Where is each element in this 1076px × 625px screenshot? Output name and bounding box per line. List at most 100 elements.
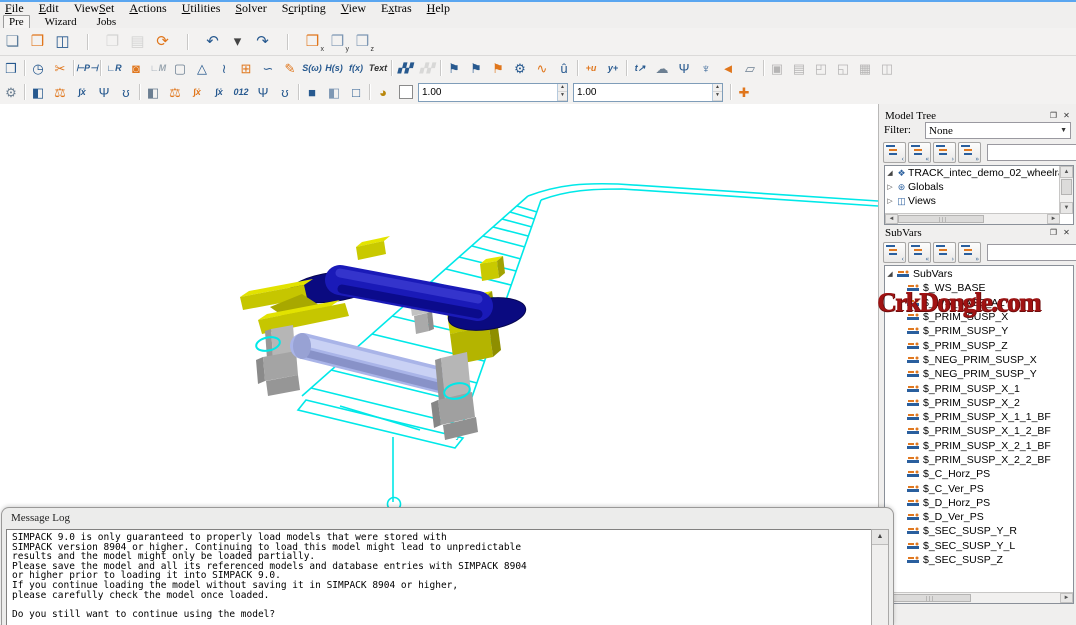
subvar-item[interactable]: $_PRIM_SUSP_X_1 bbox=[885, 381, 1073, 395]
disabled-tool-4-icon[interactable]: ◱ bbox=[832, 58, 854, 78]
message-log-content[interactable]: SIMPACK 9.0 is only guaranteed to proper… bbox=[6, 529, 873, 625]
expander-icon[interactable]: ◢ bbox=[885, 270, 895, 278]
toolbar-icon[interactable] bbox=[75, 31, 100, 53]
close-panel-icon[interactable]: ✕ bbox=[1060, 110, 1073, 121]
solid-cube-icon[interactable]: ■ bbox=[301, 82, 323, 102]
y-output-icon[interactable]: y+ bbox=[602, 58, 624, 78]
tree-expand-all-button[interactable]: » bbox=[958, 142, 981, 163]
subvar-item[interactable]: $_SEC_SUSP_Y_L bbox=[885, 539, 1073, 553]
subvar-item[interactable]: $_D_Ver_PS bbox=[885, 510, 1073, 524]
open-folder-icon[interactable]: ▱ bbox=[739, 58, 761, 78]
tree-collapse-all-button[interactable]: « bbox=[908, 242, 931, 263]
toolbar-icon[interactable] bbox=[275, 31, 300, 53]
transfer-h-s-icon[interactable]: H(s) bbox=[323, 58, 345, 78]
message-log-vscrollbar[interactable]: ▲ bbox=[871, 529, 889, 625]
disabled-tool-3-icon[interactable]: ◰ bbox=[810, 58, 832, 78]
gear-pair-icon[interactable]: ⚙ bbox=[509, 58, 531, 78]
expander-icon[interactable]: ▷ bbox=[885, 197, 895, 205]
redo-icon[interactable]: ↷ bbox=[250, 31, 275, 53]
u-input-icon[interactable]: +u bbox=[580, 58, 602, 78]
nominal-mass-2-icon[interactable]: ◧ bbox=[142, 82, 164, 102]
body-icon[interactable]: ◙ bbox=[125, 58, 147, 78]
sensor-pair-icon[interactable]: ⚑ bbox=[465, 58, 487, 78]
subvars-hscrollbar[interactable]: ► bbox=[885, 592, 1073, 603]
counter-012-icon[interactable]: 012 bbox=[230, 82, 252, 102]
subvar-item[interactable]: $_NEG_PRIM_SUSP_X bbox=[885, 353, 1073, 367]
tree-row[interactable]: ◢ ❖ TRACK_intec_demo_02_wheelrail_ bbox=[885, 166, 1060, 180]
nominal-distance-p-icon[interactable]: ⊢P⊣ bbox=[76, 58, 98, 78]
menu-item[interactable]: Utilities bbox=[182, 1, 221, 16]
disabled-tool-1-icon[interactable]: ▣ bbox=[766, 58, 788, 78]
float-panel-icon[interactable]: ❐ bbox=[1047, 227, 1060, 238]
rail-track-gray-icon[interactable]: ▞▞ bbox=[416, 58, 438, 78]
balance-icon[interactable]: ⚖ bbox=[49, 82, 71, 102]
disabled-tool-2-icon[interactable]: ▤ bbox=[788, 58, 810, 78]
subvars-root-row[interactable]: ◢ SubVars bbox=[885, 267, 1073, 281]
menu-item[interactable]: Actions bbox=[129, 1, 166, 16]
subvar-item[interactable]: $_SEC_SUSP_Y_R bbox=[885, 524, 1073, 538]
message-log-window[interactable]: Message Log SIMPACK 9.0 is only guarante… bbox=[1, 507, 894, 625]
model-tree-hscrollbar[interactable]: ◄ ► bbox=[885, 213, 1060, 224]
center-of-mass-icon[interactable]: ◕ bbox=[372, 82, 394, 102]
scroll-thumb[interactable] bbox=[898, 215, 984, 223]
spectrum-s-omega-icon[interactable]: S(ω) bbox=[301, 58, 323, 78]
reload-databases-icon[interactable]: ⟳ bbox=[150, 31, 175, 53]
expander-icon[interactable]: ▷ bbox=[885, 183, 895, 191]
tree-collapse-button[interactable]: ‹ bbox=[883, 242, 906, 263]
menu-item[interactable]: Extras bbox=[381, 1, 412, 16]
new-model-icon[interactable]: ❏ bbox=[0, 31, 25, 53]
state-vector-icon[interactable]: t↗ bbox=[629, 58, 651, 78]
view-along-x-icon[interactable]: ❒ x bbox=[300, 31, 325, 53]
menu-item[interactable]: Edit bbox=[39, 1, 59, 16]
stethoscope-2-icon[interactable]: ʊ bbox=[274, 82, 296, 102]
wire-cube-icon[interactable]: □ bbox=[345, 82, 367, 102]
rail-track-icon[interactable]: ▞▞ bbox=[394, 58, 416, 78]
model-tree-vscrollbar[interactable]: ▲ ▼ bbox=[1059, 166, 1073, 214]
subvar-item[interactable]: $_PRIM_SUSP_X_2_2_BF bbox=[885, 453, 1073, 467]
menu-item[interactable]: File bbox=[5, 1, 24, 16]
spin-buttons[interactable]: ▲▼ bbox=[712, 84, 722, 101]
scroll-left-icon[interactable]: ◄ bbox=[885, 214, 898, 224]
scroll-down-icon[interactable]: ▼ bbox=[1060, 202, 1073, 214]
reference-frame-icon[interactable]: ∟R bbox=[103, 58, 125, 78]
mode-tab[interactable]: Pre bbox=[3, 15, 30, 29]
force-element-icon[interactable]: ≀ bbox=[213, 58, 235, 78]
save-model-icon[interactable]: ◫ bbox=[50, 31, 75, 53]
menu-item[interactable]: ViewSet bbox=[74, 1, 115, 16]
model-tree-search-input[interactable] bbox=[987, 144, 1076, 161]
scale-y-spinbox[interactable]: ▲▼ bbox=[573, 83, 723, 102]
menu-item[interactable]: Help bbox=[427, 1, 450, 16]
scale-y-input[interactable] bbox=[574, 84, 712, 101]
stethoscope-icon[interactable]: ʊ bbox=[115, 82, 137, 102]
tree-collapse-button[interactable]: ‹ bbox=[883, 142, 906, 163]
float-panel-icon[interactable]: ❐ bbox=[1047, 110, 1060, 121]
subvar-item[interactable]: $_PRIM_SUSP_X_2 bbox=[885, 396, 1073, 410]
sensor-move-icon[interactable]: ⚑ bbox=[487, 58, 509, 78]
model-setup-tools-icon[interactable]: ✂ bbox=[49, 58, 71, 78]
scroll-thumb[interactable] bbox=[885, 594, 971, 602]
subvar-item[interactable]: $_PRIM_SUSP_Y bbox=[885, 324, 1073, 338]
subvar-item[interactable]: $_PRIM_SUSP_X_2_1_BF bbox=[885, 439, 1073, 453]
result-plot-icon[interactable]: ☁ bbox=[651, 58, 673, 78]
subvar-item[interactable]: $_PRIM_SUSP_Z bbox=[885, 338, 1073, 352]
integrate-01-icon[interactable]: ∫ẋ bbox=[186, 82, 208, 102]
subvars-search-input[interactable] bbox=[987, 244, 1076, 261]
open-model-icon[interactable]: ❒ bbox=[25, 31, 50, 53]
menu-item[interactable]: Solver bbox=[235, 1, 266, 16]
announce-icon[interactable]: ◄ bbox=[717, 58, 739, 78]
mode-tab[interactable]: Jobs bbox=[92, 16, 122, 28]
scale-x-input[interactable] bbox=[419, 84, 557, 101]
nominal-mass-icon[interactable]: ◧ bbox=[27, 82, 49, 102]
tree-collapse-all-button[interactable]: « bbox=[908, 142, 931, 163]
shaded-cube-icon[interactable]: ◧ bbox=[323, 82, 345, 102]
close-panel-icon[interactable]: ✕ bbox=[1060, 227, 1073, 238]
view-along-y-icon[interactable]: ❒ y bbox=[325, 31, 350, 53]
scroll-up-icon[interactable]: ▲ bbox=[872, 530, 888, 545]
integrate-2-icon[interactable]: ∫ẋ bbox=[208, 82, 230, 102]
subvar-item[interactable]: $_D_Horz_PS bbox=[885, 496, 1073, 510]
disabled-tool-6-icon[interactable]: ◫ bbox=[876, 58, 898, 78]
tuning-fork-icon[interactable]: Ψ bbox=[93, 82, 115, 102]
tree-expand-button[interactable]: › bbox=[933, 142, 956, 163]
edit-curve-icon[interactable]: ✎ bbox=[279, 58, 301, 78]
tree-row[interactable]: ▷ ◫ Views bbox=[885, 194, 1060, 208]
